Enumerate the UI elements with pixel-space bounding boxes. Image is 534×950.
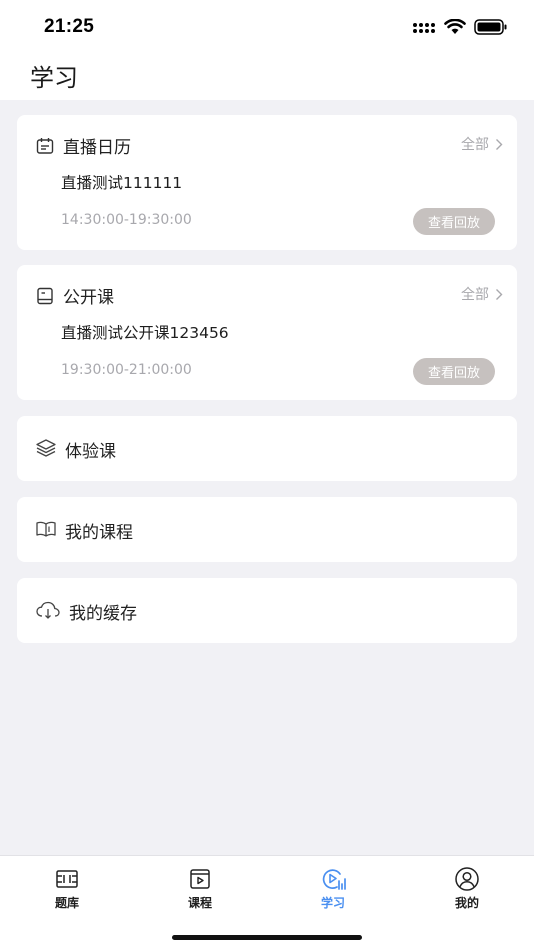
course-video-icon: [187, 866, 213, 892]
see-all-label: 全部: [461, 137, 489, 153]
layers-icon: [35, 438, 57, 458]
my-cache-row[interactable]: 我的缓存: [17, 578, 517, 643]
trial-lesson-row[interactable]: 体验课: [17, 416, 517, 481]
open-course-item-title[interactable]: 直播测试公开课123456: [61, 321, 229, 343]
tab-course[interactable]: 课程: [160, 866, 240, 911]
replay-button[interactable]: 查看回放: [413, 208, 495, 235]
open-course-see-all[interactable]: 全部: [461, 284, 503, 304]
open-book-icon: [35, 519, 57, 539]
my-courses-label: 我的课程: [65, 523, 133, 543]
live-calendar-title: 直播日历: [63, 138, 131, 158]
tab-profile[interactable]: 我的: [427, 866, 507, 911]
live-item-time: 14:30:00-19:30:00: [61, 212, 192, 228]
top-bar: 21:25 学习: [0, 0, 534, 100]
wifi-icon: [444, 19, 466, 34]
home-indicator: [172, 935, 362, 940]
live-calendar-see-all[interactable]: 全部: [461, 134, 503, 154]
live-calendar-card: 直播日历 全部 直播测试111111 14:30:00-19:30:00 查看回…: [17, 115, 517, 250]
question-bank-icon: [54, 866, 80, 892]
open-course-item-time: 19:30:00-21:00:00: [61, 362, 192, 378]
tab-label: 题库: [54, 896, 79, 910]
status-time: 21:25: [44, 16, 95, 37]
tab-study[interactable]: 学习: [293, 866, 373, 911]
tab-question-bank[interactable]: 题库: [27, 866, 107, 911]
live-calendar-header: 直播日历: [35, 133, 131, 158]
chevron-right-icon: [496, 288, 503, 300]
tab-label: 学习: [320, 896, 345, 910]
open-course-title: 公开课: [63, 288, 114, 308]
my-courses-row[interactable]: 我的课程: [17, 497, 517, 562]
tab-label: 我的: [454, 896, 479, 910]
calendar-icon: [35, 136, 55, 156]
live-item-title[interactable]: 直播测试111111: [61, 171, 182, 193]
see-all-label: 全部: [461, 287, 489, 303]
notebook-icon: [35, 286, 55, 306]
cloud-download-icon: [35, 600, 61, 620]
my-cache-label: 我的缓存: [69, 604, 137, 624]
battery-icon: [474, 19, 507, 35]
replay-button[interactable]: 查看回放: [413, 358, 495, 385]
cellular-signal-icon: [413, 23, 435, 33]
status-icons: [412, 19, 508, 35]
tab-label: 课程: [187, 896, 212, 910]
chevron-right-icon: [496, 138, 503, 150]
profile-icon: [454, 866, 480, 892]
study-play-icon: [320, 866, 346, 892]
page-title: 学习: [30, 64, 78, 92]
open-course-header: 公开课: [35, 283, 114, 308]
open-course-card: 公开课 全部 直播测试公开课123456 19:30:00-21:00:00 查…: [17, 265, 517, 400]
trial-lesson-label: 体验课: [65, 442, 116, 462]
status-bar: 21:25: [0, 0, 534, 54]
